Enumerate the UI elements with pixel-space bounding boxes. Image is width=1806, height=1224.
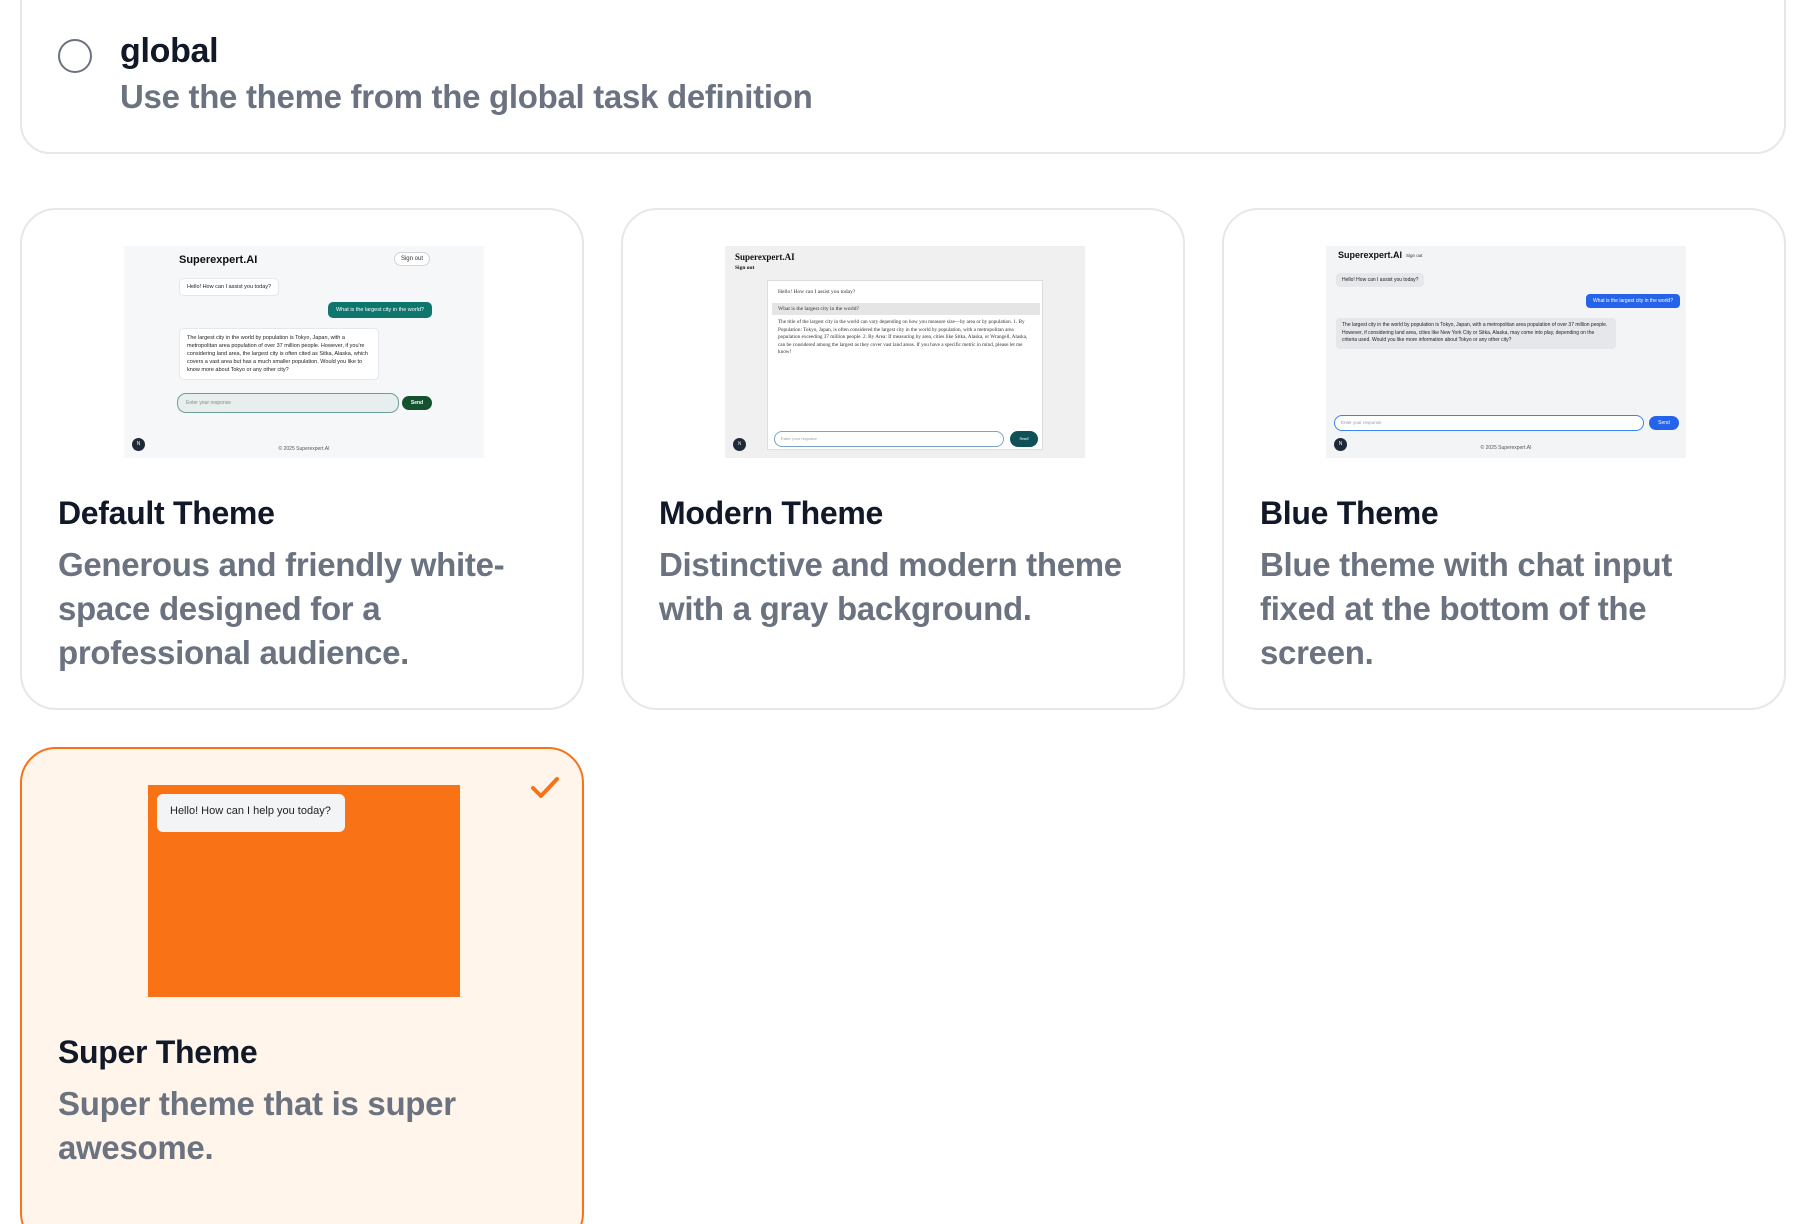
preview-assistant-greeting: Hello! How can I help you today? <box>157 794 345 832</box>
preview-user-message: What is the largest city in the world? <box>772 303 1040 315</box>
preview-assistant-greeting: Hello! How can I assist you today? <box>778 289 856 295</box>
preview-assistant-reply: The title of the largest city in the wor… <box>778 319 1028 355</box>
theme-description: Generous and friendly white-space design… <box>58 546 505 671</box>
preview-assistant-greeting: Hello! How can I assist you today? <box>1336 273 1425 287</box>
checkmark-icon <box>531 777 559 798</box>
preview-assistant-reply: The largest city in the world by populat… <box>1336 318 1616 349</box>
theme-preview-modern: Superexpert.AI Sign out Hello! How can I… <box>725 246 1085 458</box>
theme-title: Modern Theme <box>659 495 883 531</box>
preview-signout: Sign out <box>735 265 755 271</box>
preview-send-button: Send <box>402 396 432 410</box>
theme-title: Super Theme <box>58 1034 258 1070</box>
preview-signout: Sign out <box>393 252 430 266</box>
preview-send-button: Send <box>1649 416 1679 430</box>
preview-input: Enter your response <box>774 431 1004 447</box>
theme-description: Super theme that is super awesome. <box>58 1085 456 1166</box>
global-option-title: global <box>120 32 219 70</box>
preview-logo: Superexpert.AI <box>735 252 795 262</box>
theme-card-blue[interactable]: Superexpert.AI Sign out Hello! How can I… <box>1222 208 1786 710</box>
preview-avatar: N <box>132 438 145 451</box>
preview-input: Enter your response <box>1334 415 1644 431</box>
theme-title: Blue Theme <box>1260 495 1439 531</box>
theme-card-default[interactable]: Superexpert.AI Sign out Hello! How can I… <box>20 208 584 710</box>
preview-assistant-reply: The largest city in the world by populat… <box>179 328 379 380</box>
preview-avatar: N <box>1334 438 1347 451</box>
preview-chat-panel: Hello! How can I assist you today? What … <box>767 280 1043 450</box>
preview-signout: Sign out <box>1406 253 1423 258</box>
preview-send-button: Send <box>1010 431 1038 447</box>
preview-user-message: What is the largest city in the world? <box>1585 294 1680 308</box>
preview-logo: Superexpert.AI <box>179 254 258 266</box>
preview-assistant-greeting: Hello! How can I assist you today? <box>179 278 280 296</box>
preview-user-message: What is the largest city in the world? <box>327 302 432 318</box>
theme-preview-super: Hello! How can I help you today? <box>148 785 460 997</box>
radio-unchecked-icon[interactable] <box>58 39 92 73</box>
global-option-description: Use the theme from the global task defin… <box>120 78 813 115</box>
theme-preview-blue: Superexpert.AI Sign out Hello! How can I… <box>1326 246 1686 458</box>
preview-footer: © 2025 Superexpert.AI <box>278 446 330 452</box>
global-theme-option[interactable]: global Use the theme from the global tas… <box>20 0 1786 154</box>
theme-description: Distinctive and modern theme with a gray… <box>659 546 1122 627</box>
preview-footer: © 2025 Superexpert.AI <box>1480 445 1532 451</box>
theme-description: Blue theme with chat input fixed at the … <box>1260 546 1673 671</box>
preview-input: Enter your response <box>177 393 399 413</box>
preview-avatar: N <box>733 438 746 451</box>
theme-preview-default: Superexpert.AI Sign out Hello! How can I… <box>124 246 484 458</box>
theme-title: Default Theme <box>58 495 275 531</box>
theme-card-super[interactable]: Hello! How can I help you today? Super T… <box>20 747 584 1224</box>
preview-logo: Superexpert.AI <box>1338 250 1403 260</box>
theme-card-modern[interactable]: Superexpert.AI Sign out Hello! How can I… <box>621 208 1185 710</box>
